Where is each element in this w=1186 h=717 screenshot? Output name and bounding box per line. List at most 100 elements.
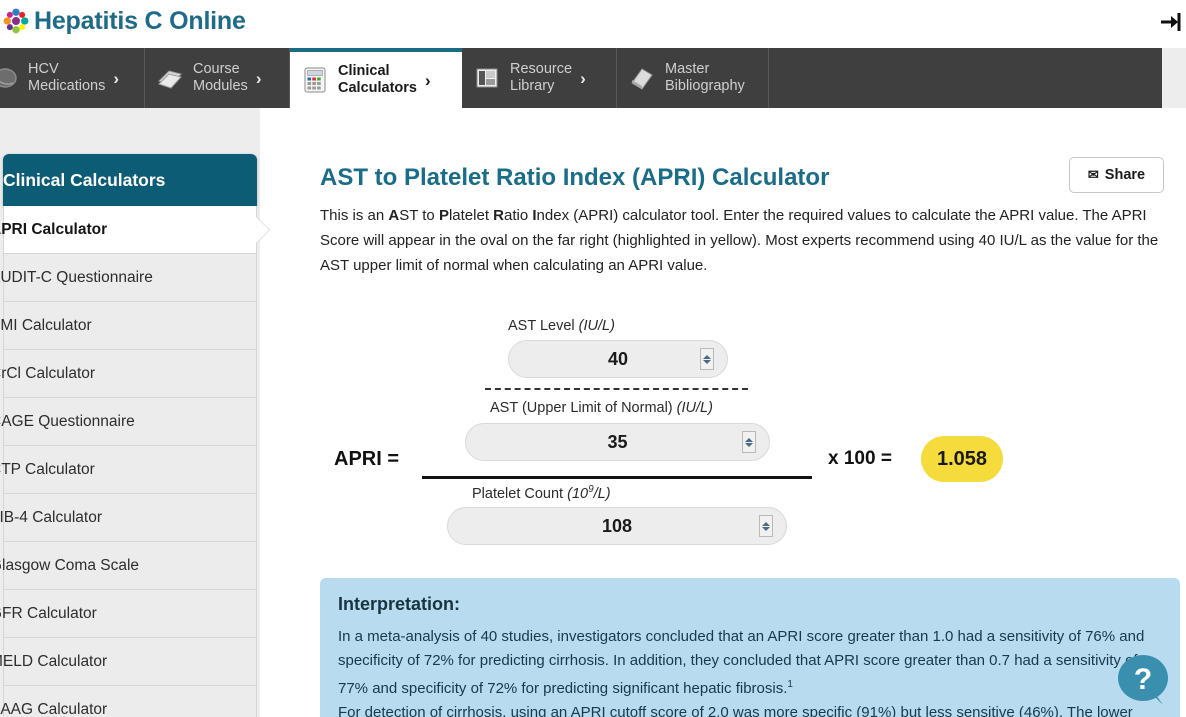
sidebar-item-label: CrCl Calculator: [0, 364, 96, 382]
sidebar-item-apri-calculator[interactable]: APRI Calculator: [0, 206, 257, 254]
nav-tab-course-modules[interactable]: Course Modules ›: [145, 48, 290, 108]
intro-bold-r: R: [493, 207, 505, 224]
platelet-count-input[interactable]: 108: [447, 507, 787, 545]
apri-formula-label: APRI =: [334, 448, 400, 470]
platelet-unit-pre: (10: [567, 485, 589, 502]
sidebar-item-label: APRI Calculator: [0, 220, 108, 238]
sidebar-item-label: FIB-4 Calculator: [0, 508, 102, 526]
sidebar-item-gfr-calculator[interactable]: GFR Calculator: [0, 590, 257, 638]
intro-atio: atio: [504, 207, 533, 224]
intro-paragraph: This is an AST to Platelet Ratio Index (…: [320, 203, 1180, 278]
ast-level-label-unit: (IU/L): [578, 318, 615, 334]
apri-result-value: 1.058: [936, 447, 988, 470]
ast-level-spinner[interactable]: [700, 348, 714, 370]
chevron-right-icon: ›: [580, 68, 586, 88]
ast-uln-spinner[interactable]: [742, 431, 756, 453]
nav-tab-clinical-calculators[interactable]: Clinical Calculators ›: [290, 48, 462, 108]
nav-tab-hcv-medications[interactable]: HCV Medications ›: [0, 48, 145, 108]
chevron-right-icon: ›: [255, 68, 262, 88]
ast-level-value: 40: [607, 348, 629, 369]
molecule-flower-logo-icon: [3, 8, 29, 34]
svg-text:?: ?: [1134, 663, 1152, 696]
ast-uln-label-unit: (IU/L): [676, 400, 713, 416]
platelet-unit-post: /L): [593, 485, 611, 502]
platelet-count-label: Platelet Count (109/L): [472, 484, 611, 502]
interpretation-heading: Interpretation:: [338, 594, 461, 614]
sidebar-item-label: Glasgow Coma Scale: [0, 556, 140, 574]
nav-tab-label: Master Bibliography: [665, 61, 745, 94]
nav-tab-master-bibliography[interactable]: Master Bibliography: [617, 48, 769, 108]
sign-in-arrow-icon[interactable]: [1158, 10, 1184, 34]
calculator-icon: [304, 67, 326, 93]
nav-tab-label: Clinical Calculators: [338, 63, 417, 96]
spinner-down-arrow-icon[interactable]: [762, 526, 770, 531]
sidebar-item-fib-4-calculator[interactable]: FIB-4 Calculator: [0, 494, 257, 542]
platelet-count-value: 108: [601, 515, 633, 536]
sidebar-item-label: GFR Calculator: [0, 604, 97, 622]
library-shelf-icon: [476, 68, 498, 88]
site-header: Hepatitis C Online: [0, 0, 1186, 48]
interpretation-text-1: In a meta-analysis of 40 studies, invest…: [338, 628, 1145, 697]
sidebar-item-meld-calculator[interactable]: MELD Calculator: [0, 638, 257, 686]
intro-bold-p: P: [438, 207, 449, 224]
interpretation-paragraph-2: For detection of cirrhosis, using an APR…: [338, 704, 1133, 717]
nav-tab-label: Resource Library: [510, 61, 573, 94]
page-root: Hepatitis C Online HCV Medications › Cou…: [0, 0, 1186, 717]
nav-tab-label: Course Modules: [193, 61, 248, 94]
interpretation-paragraph-1: In a meta-analysis of 40 studies, invest…: [338, 625, 1158, 701]
nav-tab-label: HCV Medications: [28, 61, 106, 94]
intro-st: ST to: [399, 207, 439, 224]
ast-uln-label-main: AST (Upper Limit of Normal): [490, 400, 677, 416]
chevron-right-icon: ›: [113, 68, 120, 88]
intro-prefix: This is an: [320, 207, 389, 224]
ast-uln-value: 35: [607, 431, 628, 452]
nav-tab-resource-library[interactable]: Resource Library ›: [462, 48, 617, 108]
sidebar: Clinical Calculators APRI Calculator AUD…: [0, 154, 257, 717]
sidebar-item-crcl-calculator[interactable]: CrCl Calculator: [0, 350, 257, 398]
ast-level-label-main: AST Level: [508, 318, 579, 334]
apri-result-badge: 1.058: [921, 436, 1003, 482]
interpretation-panel: Interpretation: In a meta-analysis of 40…: [320, 578, 1180, 717]
pill-capsule-icon: [0, 68, 17, 88]
ast-upper-limit-normal-input[interactable]: 35: [465, 423, 770, 461]
spinner-down-arrow-icon[interactable]: [703, 359, 711, 364]
sidebar-item-ctp-calculator[interactable]: CTP Calculator: [0, 446, 257, 494]
intro-bold-a: A: [388, 207, 400, 224]
share-button-label: Share: [1104, 167, 1146, 183]
book-icon: [631, 68, 653, 90]
platelet-count-spinner[interactable]: [759, 515, 773, 537]
main-fraction-divider: [422, 476, 812, 479]
envelope-icon: ✉: [1087, 167, 1099, 182]
share-button[interactable]: ✉ Share: [1069, 157, 1164, 193]
sidebar-item-glasgow-coma-scale[interactable]: Glasgow Coma Scale: [0, 542, 257, 590]
sidebar-item-label: AUDIT-C Questionnaire: [0, 268, 153, 286]
sidebar-item-cage-questionnaire[interactable]: CAGE Questionnaire: [0, 398, 257, 446]
sidebar-item-label: SAAG Calculator: [0, 700, 108, 717]
spinner-up-arrow-icon[interactable]: [703, 354, 711, 359]
sidebar-item-label: BMI Calculator: [0, 316, 92, 334]
platelet-label-main: Platelet Count: [472, 485, 568, 502]
chevron-right-icon: ›: [424, 70, 431, 90]
sidebar-item-label: MELD Calculator: [0, 652, 108, 670]
site-logo[interactable]: Hepatitis C Online: [2, 6, 246, 36]
sidebar-item-bmi-calculator[interactable]: BMI Calculator: [0, 302, 257, 350]
ast-level-input[interactable]: 40: [508, 340, 728, 378]
main-navigation: HCV Medications › Course Modules › Clini…: [0, 48, 1162, 108]
sidebar-item-label: CTP Calculator: [0, 460, 95, 478]
ast-upper-limit-normal-label: AST (Upper Limit of Normal) (IU/L): [490, 400, 713, 416]
sidebar-item-label: CAGE Questionnaire: [0, 412, 135, 430]
inner-fraction-divider: [485, 388, 748, 390]
intro-latelet: latelet: [448, 207, 494, 224]
page-title: AST to Platelet Ratio Index (APRI) Calcu…: [320, 164, 830, 191]
ast-level-label: AST Level (IU/L): [508, 318, 615, 334]
site-title: Hepatitis C Online: [34, 7, 246, 35]
stacked-books-icon: [158, 70, 182, 89]
spinner-down-arrow-icon[interactable]: [745, 442, 753, 447]
sidebar-item-audit-c-questionnaire[interactable]: AUDIT-C Questionnaire: [0, 254, 257, 302]
spinner-up-arrow-icon[interactable]: [745, 437, 753, 442]
multiplier-label: x 100 =: [828, 448, 892, 469]
interpretation-footnote-1: 1: [787, 679, 793, 690]
question-mark-bubble-icon[interactable]: ?: [1116, 653, 1172, 711]
spinner-up-arrow-icon[interactable]: [762, 521, 770, 526]
sidebar-item-saag-calculator[interactable]: SAAG Calculator: [0, 686, 257, 717]
